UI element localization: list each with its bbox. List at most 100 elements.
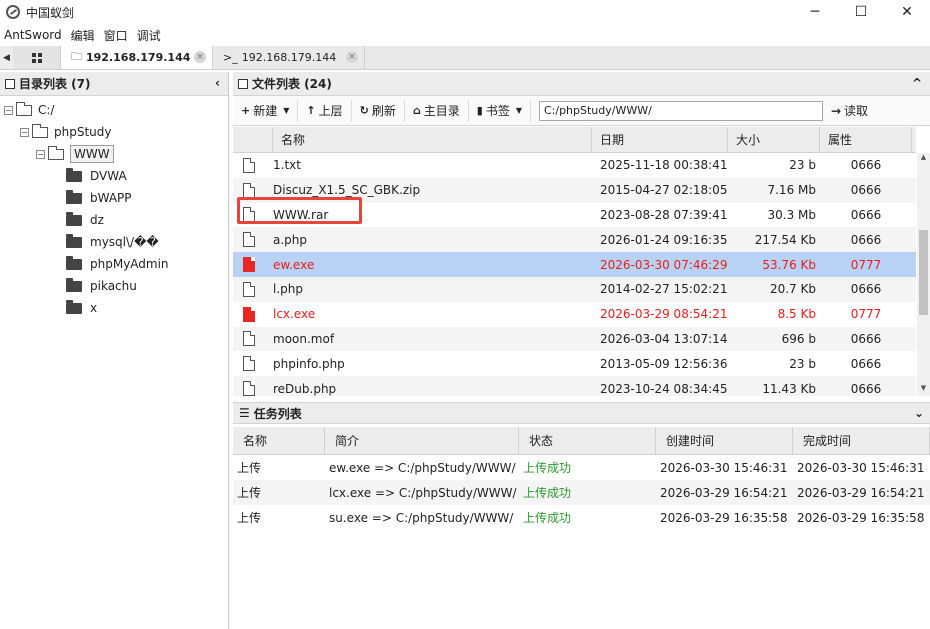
home-button[interactable]: ⌂ 主目录 [405, 99, 469, 122]
file-date: 2013-05-09 12:56:36 [600, 356, 728, 371]
grid-icon [31, 52, 42, 63]
maximize-button[interactable]: ☐ [838, 0, 884, 24]
expander-icon[interactable]: − [20, 127, 29, 137]
file-size: 53.76 Kb [762, 257, 816, 272]
path-input[interactable] [538, 100, 823, 121]
tab-close-icon[interactable]: × [346, 51, 358, 63]
tree-node-c[interactable]: − C:/ [4, 99, 54, 121]
col-icon [233, 127, 273, 152]
tree-node-bwapp[interactable]: bWAPP [66, 187, 132, 209]
new-button[interactable]: + 新建 ▼ [233, 99, 299, 122]
tree-label: mysql\/�� [90, 235, 159, 249]
scroll-down-icon[interactable]: ▼ [917, 384, 930, 396]
up-button[interactable]: ↑ 上层 [298, 99, 352, 122]
task-created: 2026-03-29 16:54:21 [660, 485, 788, 500]
tree-label: WWW [70, 145, 114, 163]
file-icon-cell [233, 331, 265, 347]
file-attr: 0777 [850, 257, 882, 272]
task-created: 2026-03-29 16:35:58 [660, 510, 788, 525]
tree-label: bWAPP [90, 191, 132, 205]
scroll-up-icon[interactable]: ▲ [917, 153, 930, 165]
tab-home[interactable] [13, 46, 61, 69]
col-attr[interactable]: 属性 [820, 127, 912, 152]
file-row[interactable]: phpinfo.php 2013-05-09 12:56:36 23 b 0666 [233, 351, 916, 376]
terminal-icon: >_ [223, 51, 238, 64]
col-date[interactable]: 日期 [592, 127, 728, 152]
file-size: 7.16 Mb [767, 183, 816, 198]
task-row[interactable]: 上传 su.exe => C:/phpStudy/WWW/上传成功 2026-03-… [233, 505, 930, 530]
folder-icon [5, 78, 15, 89]
expander-icon[interactable]: − [4, 105, 13, 115]
refresh-label: 刷新 [371, 104, 396, 118]
expander-icon[interactable]: − [36, 149, 45, 159]
code-file-icon [243, 381, 255, 396]
tab-filemanager[interactable]: 🗀 192.168.179.144 × [61, 46, 213, 69]
col-task-name[interactable]: 名称 [233, 427, 325, 454]
bookmark-icon: ▮ [476, 104, 483, 117]
read-button[interactable]: → 读取 [831, 102, 868, 119]
task-grid-header: 名称 简介 状态 创建时间 完成时间 [233, 427, 930, 455]
file-attr: 0666 [850, 331, 882, 346]
tab-scroll-left-icon[interactable]: ◀ [0, 46, 13, 69]
scroll-thumb[interactable] [919, 230, 928, 315]
file-row[interactable]: ew.exe 2026-03-30 07:46:29 53.76 Kb 0777 [233, 252, 916, 277]
file-grid: 名称 日期 大小 属性 1.txt 2025-11-18 00:38:41 23 b… [233, 127, 916, 396]
task-row[interactable]: 上传 ew.exe => C:/phpStudy/WWW/上传成功 2026-03-… [233, 455, 930, 480]
col-name[interactable]: 名称 [273, 127, 592, 152]
task-desc: su.exe => C:/phpStudy/WWW/ [329, 510, 514, 525]
task-name: 上传 [237, 486, 262, 500]
folder-open-icon [48, 145, 64, 160]
file-row[interactable]: reDub.php 2023-10-24 08:34:45 11.43 Kb 0666 [233, 376, 916, 396]
collapse-up-icon[interactable]: ^ [912, 76, 922, 90]
tab-terminal[interactable]: >_ 192.168.179.144 × [213, 46, 365, 69]
tree-node-dvwa[interactable]: DVWA [66, 165, 127, 187]
file-attr: 0777 [850, 307, 882, 322]
refresh-button[interactable]: ↻ 刷新 [352, 99, 405, 122]
file-scrollbar[interactable]: ▲ ▼ [917, 153, 930, 396]
file-row[interactable]: a.php 2026-01-24 09:16:35 217.54 Kb 0666 [233, 227, 916, 253]
chevron-down-icon[interactable]: ⌄ [914, 406, 924, 420]
file-icon [243, 331, 255, 347]
file-row[interactable]: l.php 2014-02-27 15:02:21 20.7 Kb 0666 [233, 276, 916, 302]
plus-icon: + [241, 104, 251, 117]
col-task-status[interactable]: 状态 [519, 427, 656, 454]
window-title: 中国蚁剑 [26, 5, 75, 20]
list-icon: ☰ [239, 406, 250, 420]
file-row[interactable]: moon.mof 2026-03-04 13:07:14 696 b 0666 [233, 326, 916, 352]
menu-window[interactable]: 窗口 [100, 27, 133, 44]
col-task-done[interactable]: 完成时间 [793, 427, 930, 454]
tree-node-www[interactable]: − WWW [36, 143, 114, 165]
task-row[interactable]: 上传 lcx.exe => C:/phpStudy/WWW/上传成功 2026-03… [233, 480, 930, 505]
task-done: 2026-03-29 16:35:58 [797, 510, 925, 525]
task-desc: lcx.exe => C:/phpStudy/WWW/ [329, 485, 517, 500]
minimize-button[interactable]: ─ [792, 0, 838, 24]
tab-close-icon[interactable]: × [194, 51, 206, 63]
tree-node-x[interactable]: x [66, 297, 97, 319]
archive-file-icon [243, 182, 255, 198]
file-size: 30.3 Mb [767, 207, 816, 222]
bookmark-button[interactable]: ▮ 书签 ▼ [469, 99, 531, 122]
file-row[interactable]: lcx.exe 2026-03-29 08:54:21 8.5 Kb 0777 [233, 302, 916, 327]
collapse-left-icon[interactable]: ‹ [215, 76, 220, 90]
menu-antsword[interactable]: AntSword [0, 28, 67, 42]
tree-node-phpmyadmin[interactable]: phpMyAdmin [66, 253, 169, 275]
col-task-created[interactable]: 创建时间 [656, 427, 793, 454]
tree-node-dz[interactable]: dz [66, 209, 104, 231]
menu-debug[interactable]: 调试 [133, 27, 166, 44]
col-task-desc[interactable]: 简介 [325, 427, 519, 454]
file-row[interactable]: 1.txt 2025-11-18 00:38:41 23 b 0666 [233, 153, 916, 178]
menu-edit[interactable]: 编辑 [67, 27, 100, 44]
tree-node-pikachu[interactable]: pikachu [66, 275, 137, 297]
file-attr: 0666 [850, 356, 882, 371]
col-size[interactable]: 大小 [728, 127, 820, 152]
file-date: 2023-08-28 07:39:41 [600, 207, 728, 222]
tree-node-mysql[interactable]: mysql\/�� [66, 231, 159, 253]
task-done: 2026-03-29 16:54:21 [797, 485, 925, 500]
file-size: 11.43 Kb [762, 381, 816, 396]
file-pane: 文件列表 (24) ^ + 新建 ▼ ↑ 上层 ↻ 刷新 ⌂ 主目录 ▮ 书签 … [233, 72, 930, 629]
file-icon-cell [233, 281, 265, 297]
close-button[interactable]: ✕ [884, 0, 930, 24]
tree-node-phpstudy[interactable]: − phpStudy [20, 121, 112, 143]
tree-label: dz [90, 213, 104, 227]
home-label: 主目录 [423, 104, 460, 118]
